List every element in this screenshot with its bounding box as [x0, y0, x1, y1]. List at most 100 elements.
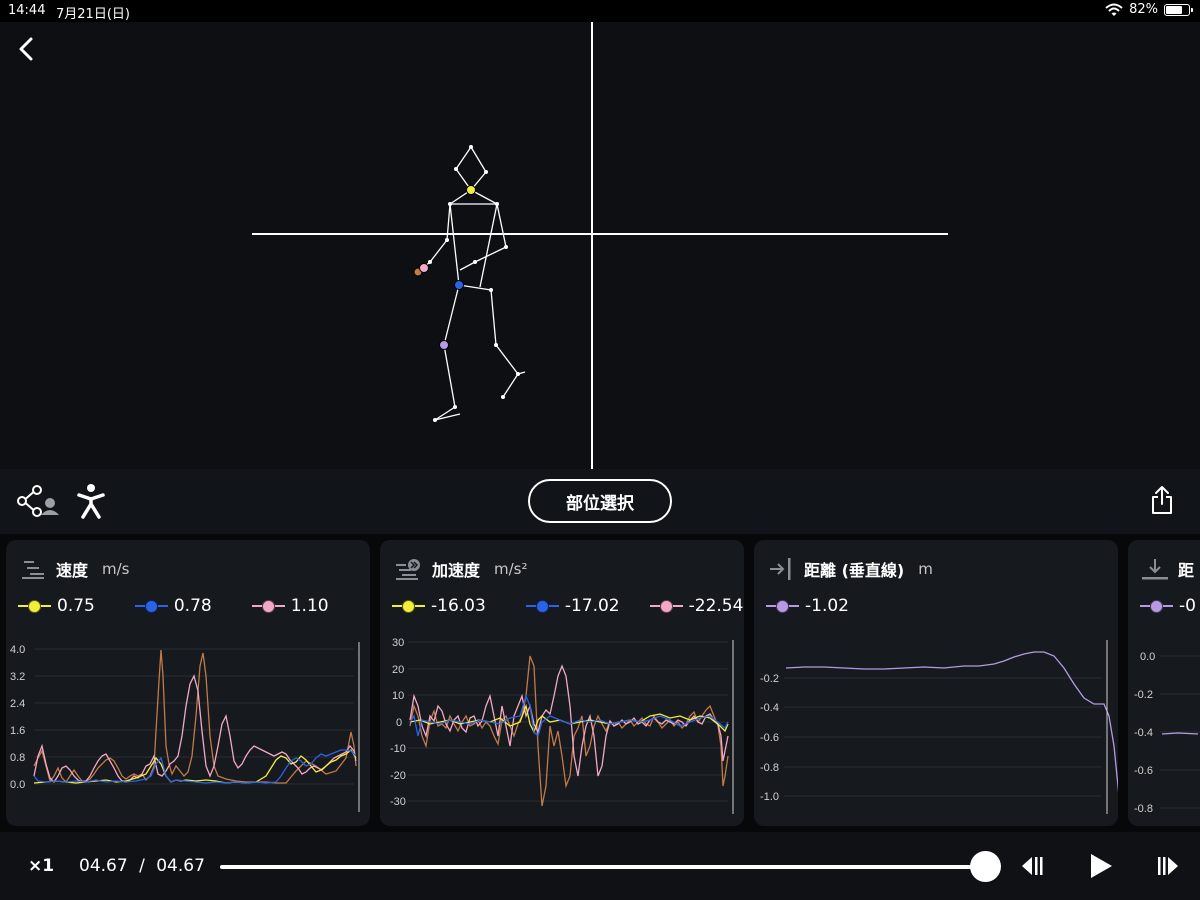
y-tick: 2.4: [10, 698, 25, 710]
joint-marker-blue: [454, 280, 464, 290]
toolbar: 部位選択: [0, 469, 1200, 535]
share-icon[interactable]: [1150, 485, 1174, 515]
panel-title: 距離 (垂直線): [804, 561, 905, 580]
panel-title: 加速度: [432, 561, 481, 580]
panel-title: 距: [1178, 561, 1195, 580]
velocity-chart: 4.0 3.2 2.4 1.6 0.8 0.0: [10, 642, 360, 812]
distance-vertical-icon: [1142, 559, 1168, 580]
y-tick: -0.4: [760, 702, 779, 714]
legend-item-blue: -17.02: [525, 596, 620, 616]
y-tick: -0.8: [1134, 803, 1153, 815]
status-time: 14:44: [8, 3, 46, 18]
grid-lines: [1160, 655, 1200, 809]
legend-value: -1.02: [805, 596, 849, 616]
acceleration-icon: [396, 559, 420, 580]
joint-marker-pink: [419, 263, 429, 273]
y-tick: -20: [390, 770, 406, 782]
legend-item-pink: -22.54: [649, 596, 744, 616]
series-purple: [1161, 732, 1199, 735]
panel-title: 速度: [56, 561, 89, 580]
y-tick: -0.2: [760, 673, 779, 685]
y-tick: -0.2: [1134, 689, 1153, 701]
current-time: 04.67: [79, 856, 128, 876]
grid-lines: [784, 677, 1102, 797]
graph-panels[interactable]: 速度 m/s 0.75 0.78 1.10 4.0 3.2 2.4 1.6 0.…: [0, 534, 1200, 832]
legend-item-yellow: -16.03: [392, 596, 486, 616]
y-tick: -0.6: [1134, 765, 1153, 777]
y-tick: 0.0: [1140, 651, 1155, 663]
legend-value: 0.75: [57, 596, 95, 616]
skeleton-viewer[interactable]: [0, 22, 1200, 469]
part-select-button[interactable]: 部位選択: [528, 479, 672, 523]
series-purple: [785, 651, 1118, 793]
legend: -1.02: [766, 596, 889, 616]
speed-button[interactable]: ×1: [28, 856, 54, 876]
distance-horizontal-icon: [770, 558, 791, 580]
distance-vertical-chart: 0.0 -0.2 -0.4 -0.6 -0.8: [1134, 651, 1200, 815]
series-brown: [409, 655, 729, 807]
y-tick: 20: [392, 664, 404, 676]
grid-lines: [34, 648, 354, 785]
seek-thumb[interactable]: [970, 851, 1001, 882]
series-yellow: [409, 703, 729, 734]
y-tick: -0.4: [1134, 727, 1153, 739]
legend: 0.75 0.78 1.10: [18, 596, 369, 616]
legend-item-purple: -1.02: [766, 596, 849, 616]
legend-value: 0.78: [173, 596, 212, 616]
y-tick: 10: [392, 690, 404, 702]
series-yellow: [33, 749, 357, 784]
step-forward-icon[interactable]: [1156, 852, 1180, 880]
y-tick: -0.8: [760, 762, 779, 774]
time-separator: /: [139, 856, 145, 876]
battery-percent: 82%: [1129, 2, 1158, 17]
y-tick: -0.6: [760, 732, 779, 744]
y-tick: -1.0: [760, 791, 779, 803]
y-tick: -30: [390, 796, 406, 808]
y-tick: 3.2: [10, 671, 25, 683]
legend-item-blue: 0.78: [134, 596, 212, 616]
y-tick: 0: [396, 717, 402, 729]
legend-item-yellow: 0.75: [18, 596, 95, 616]
joint-marker-yellow: [466, 185, 476, 195]
playback-bar: ×1 04.67 / 04.67: [0, 832, 1200, 900]
status-date: 7月21日(日): [56, 7, 130, 22]
distance-vertical-panel[interactable]: 距 -0 0.0 -0.2 -0.4 -0.6 -0.8: [1128, 540, 1200, 826]
y-tick: 1.6: [10, 725, 25, 737]
acceleration-panel[interactable]: 加速度 m/s² -16.03 -17.02 -22.54 30 20 10 0…: [380, 540, 744, 826]
legend-value: -17.02: [564, 596, 620, 616]
legend: -16.03 -17.02 -22.54: [392, 596, 744, 616]
panel-unit: m/s: [102, 560, 130, 578]
series-blue: [33, 749, 357, 784]
total-time: 04.67: [156, 856, 205, 876]
acceleration-chart: 30 20 10 0 -10 -20 -30: [390, 637, 734, 814]
panel-unit: m/s²: [494, 560, 528, 578]
wifi-icon: [1105, 3, 1123, 16]
body-figure-icon[interactable]: [76, 483, 106, 519]
legend: -0: [1140, 596, 1200, 616]
skeleton-canvas: [252, 22, 948, 469]
distance-chart: -0.2 -0.4 -0.6 -0.8 -1.0: [760, 640, 1118, 814]
y-tick: 0.8: [10, 752, 25, 764]
legend-value: -16.03: [431, 596, 486, 616]
status-bar: 14:44 7月21日(日) 82%: [0, 0, 1200, 22]
legend-value: -22.54: [688, 596, 744, 616]
velocity-icon: [22, 561, 44, 579]
legend-value: -0: [1179, 596, 1196, 616]
distance-panel[interactable]: 距離 (垂直線) m -1.02 -0.2 -0.4 -0.6 -0.8 -1.…: [754, 540, 1118, 826]
legend-item-pink: 1.10: [251, 596, 329, 616]
play-icon[interactable]: [1088, 852, 1114, 880]
velocity-panel[interactable]: 速度 m/s 0.75 0.78 1.10 4.0 3.2 2.4 1.6 0.…: [6, 540, 370, 826]
share-person-icon[interactable]: [16, 483, 60, 519]
y-tick: -10: [390, 743, 406, 755]
step-back-icon[interactable]: [1020, 852, 1044, 880]
joint-marker-purple: [439, 340, 449, 350]
time-display: 04.67 / 04.67: [79, 856, 205, 876]
y-tick: 0.0: [10, 779, 25, 791]
legend-value: 1.10: [290, 596, 329, 616]
battery-icon: [1164, 3, 1193, 16]
y-tick: 30: [392, 637, 404, 649]
panel-unit: m: [918, 560, 933, 578]
y-tick: 4.0: [10, 644, 25, 656]
seek-track[interactable]: [220, 865, 986, 869]
legend-item-purple: -0: [1140, 596, 1196, 616]
